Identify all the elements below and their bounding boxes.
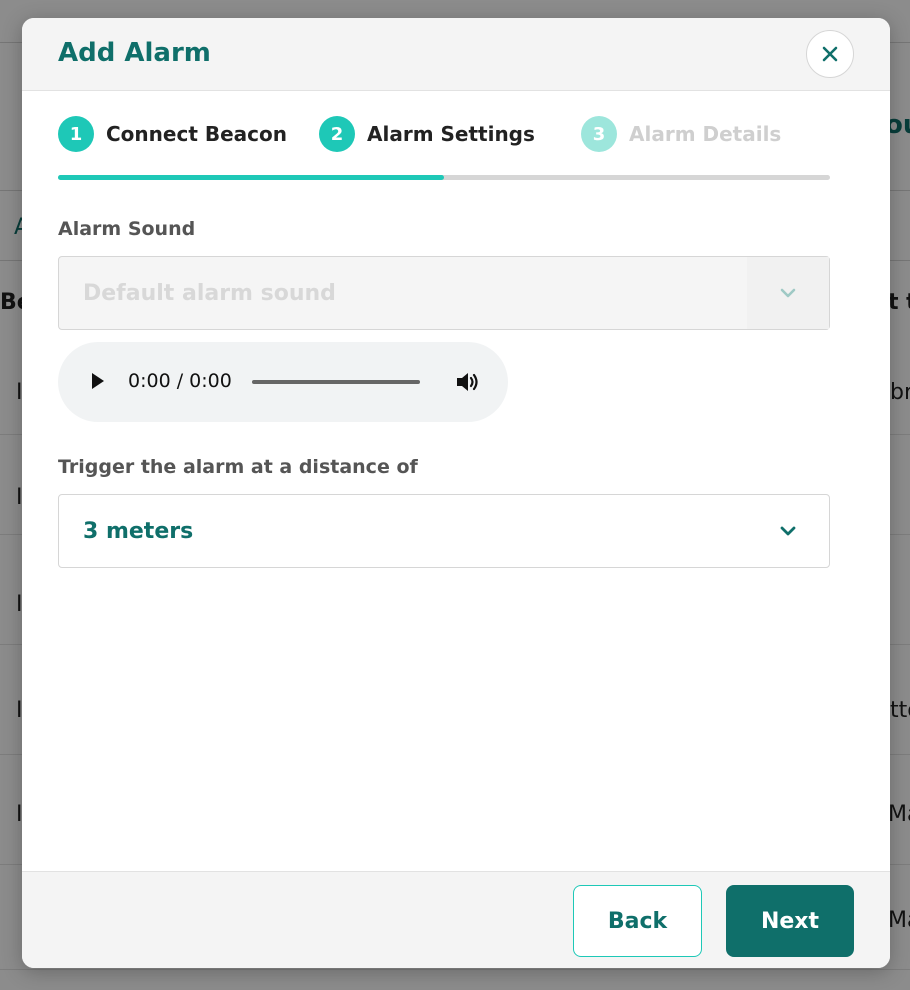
- alarm-sound-label: Alarm Sound: [58, 218, 196, 240]
- step-alarm-settings: 2 Alarm Settings: [319, 116, 535, 152]
- step-number: 3: [581, 116, 617, 152]
- distance-label: Trigger the alarm at a distance of: [58, 456, 418, 478]
- audio-player: 0:00 / 0:00: [58, 342, 508, 422]
- play-button[interactable]: [90, 371, 106, 395]
- stepper: 1 Connect Beacon 2 Alarm Settings 3 Alar…: [58, 116, 830, 152]
- chevron-down-icon: [747, 257, 829, 329]
- step-number: 1: [58, 116, 94, 152]
- audio-time: 0:00 / 0:00: [128, 370, 232, 392]
- alarm-sound-value: Default alarm sound: [83, 280, 336, 306]
- volume-button[interactable]: [454, 369, 480, 399]
- audio-seek-bar[interactable]: [252, 380, 420, 384]
- step-alarm-details: 3 Alarm Details: [581, 116, 781, 152]
- distance-select[interactable]: 3 meters: [58, 494, 830, 568]
- play-icon: [92, 373, 104, 389]
- step-progress-fill: [58, 175, 444, 180]
- step-connect-beacon: 1 Connect Beacon: [58, 116, 287, 152]
- back-button[interactable]: Back: [573, 885, 702, 957]
- volume-icon: [457, 373, 478, 391]
- next-button[interactable]: Next: [726, 885, 854, 957]
- distance-value: 3 meters: [83, 518, 194, 544]
- step-label: Connect Beacon: [106, 122, 287, 146]
- add-alarm-dialog: Add Alarm 1 Connect Beacon 2 Alarm Setti…: [22, 18, 890, 968]
- step-label: Alarm Settings: [367, 122, 535, 146]
- step-number: 2: [319, 116, 355, 152]
- alarm-sound-select: Default alarm sound: [58, 256, 830, 330]
- dialog-title: Add Alarm: [58, 38, 211, 68]
- chevron-down-icon: [747, 495, 829, 567]
- step-label: Alarm Details: [629, 122, 782, 146]
- close-icon: [822, 46, 838, 62]
- dialog-header: Add Alarm: [22, 18, 890, 91]
- close-button[interactable]: [806, 30, 854, 78]
- dialog-footer: Back Next: [22, 871, 890, 968]
- step-progress-bar: [58, 175, 830, 180]
